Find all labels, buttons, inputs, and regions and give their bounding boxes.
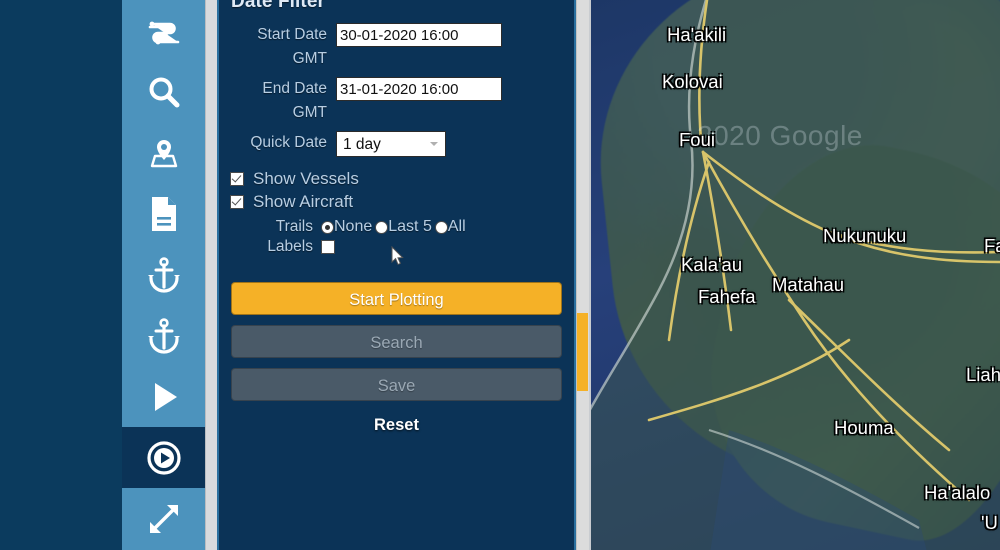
sidebar-item-reports[interactable]: [122, 183, 205, 244]
icon-sidebar: [122, 0, 205, 550]
map-pin-icon: [145, 136, 183, 170]
start-plotting-button[interactable]: Start Plotting: [231, 282, 562, 315]
panel-actions: Start Plotting Search Save Reset: [231, 282, 562, 437]
quick-date-select[interactable]: 1 day: [336, 131, 446, 157]
map-label-nukunuku: Nukunuku: [823, 225, 907, 246]
trails-radio-all[interactable]: [434, 220, 448, 234]
end-date-label: End Date GMT: [219, 77, 336, 125]
map-watermark: 2020 Google: [697, 120, 863, 151]
end-date-sublabel: GMT: [292, 104, 327, 121]
end-date-label-text: End Date: [262, 80, 327, 97]
panel-scrollbar-thumb[interactable]: [577, 313, 588, 391]
sidebar-item-play[interactable]: [122, 366, 205, 427]
map-left-edge: [589, 0, 591, 550]
labels-label: Labels: [267, 238, 313, 255]
date-filter-panel: Date Filter Start Date GMT End Date GMT …: [217, 0, 576, 550]
end-date-input[interactable]: [336, 77, 502, 101]
play-icon: [146, 380, 182, 414]
app-root: Date Filter Start Date GMT End Date GMT …: [0, 0, 1000, 550]
left-dark-strip: [0, 0, 122, 550]
labels-checkbox[interactable]: [321, 240, 335, 254]
display-options: Show Vessels Show Aircraft Trails None L…: [219, 169, 574, 256]
rail-gutter: [205, 0, 217, 550]
expand-icon: [145, 500, 183, 538]
map-view[interactable]: 2020 Google Ha'akili Kolovai Foui Nukunu…: [589, 0, 1000, 550]
trails-radio-none[interactable]: [321, 220, 334, 234]
sidebar-item-expand[interactable]: [122, 488, 205, 549]
anchor-icon: [145, 256, 183, 294]
quick-date-select-wrap: 1 day: [336, 131, 446, 157]
map-label-kolovai: Kolovai: [662, 71, 723, 92]
trails-radio-group: None Last 5 All: [321, 218, 469, 236]
sidebar-item-vessels[interactable]: [122, 244, 205, 305]
show-vessels-checkbox[interactable]: [230, 172, 244, 186]
sidebar-item-map-area[interactable]: [122, 122, 205, 183]
date-filter-form: Start Date GMT End Date GMT Quick Date 1…: [219, 23, 574, 157]
sidebar-item-playback[interactable]: [122, 427, 205, 488]
sidebar-item-routes[interactable]: [122, 0, 205, 61]
quick-date-row: Quick Date 1 day: [219, 131, 574, 157]
route-icon: [144, 16, 184, 46]
show-aircraft-label: Show Aircraft: [253, 192, 354, 211]
map-label-u: 'U: [981, 512, 998, 533]
start-date-sublabel: GMT: [292, 50, 327, 67]
search-icon: [146, 74, 182, 110]
show-aircraft-row[interactable]: Show Aircraft: [230, 192, 574, 212]
save-button[interactable]: Save: [231, 368, 562, 401]
quick-date-label: Quick Date: [250, 134, 327, 151]
labels-row: Labels: [219, 238, 574, 256]
reset-button[interactable]: Reset: [231, 411, 562, 437]
trails-option-none-label: None: [334, 218, 373, 235]
map-label-liahona: Liah: [966, 364, 1000, 385]
rail-gutter-line: [205, 0, 206, 550]
map-label-houma: Houma: [834, 417, 894, 438]
show-vessels-label: Show Vessels: [253, 169, 359, 188]
map-label-fa: Fa: [984, 235, 1000, 256]
trails-label: Trails: [275, 218, 313, 235]
start-date-input[interactable]: [336, 23, 502, 47]
trails-row: Trails None Last 5 All: [219, 218, 574, 236]
sidebar-item-search[interactable]: [122, 61, 205, 122]
sidebar-item-ports[interactable]: [122, 305, 205, 366]
map-label-kalaau: Kala'au: [681, 254, 743, 275]
panel-title: Date Filter: [231, 0, 326, 12]
search-button[interactable]: Search: [231, 325, 562, 358]
trails-option-all[interactable]: All: [434, 218, 469, 236]
show-aircraft-checkbox[interactable]: [230, 195, 244, 209]
map-label-haalalo: Ha'alalo: [924, 482, 991, 503]
trails-option-last5[interactable]: Last 5: [375, 218, 435, 236]
start-date-label: Start Date GMT: [219, 23, 336, 71]
start-date-label-text: Start Date: [257, 26, 327, 43]
end-date-row: End Date GMT: [219, 77, 574, 125]
anchor-alt-icon: [145, 317, 183, 355]
map-label-fahefa: Fahefa: [698, 286, 756, 307]
trails-option-last5-label: Last 5: [388, 218, 432, 235]
map-label-haakili: Ha'akili: [667, 24, 727, 45]
map-label-foui: Foui: [679, 129, 715, 150]
play-circle-icon: [144, 438, 184, 478]
show-vessels-row[interactable]: Show Vessels: [230, 169, 574, 189]
trails-option-none[interactable]: None: [321, 218, 375, 236]
panel-scrollbar-track[interactable]: [576, 0, 589, 550]
map-label-matahau: Matahau: [772, 274, 844, 295]
document-icon: [148, 195, 180, 233]
trails-radio-last5[interactable]: [375, 220, 389, 234]
start-date-row: Start Date GMT: [219, 23, 574, 71]
trails-option-all-label: All: [447, 218, 466, 235]
